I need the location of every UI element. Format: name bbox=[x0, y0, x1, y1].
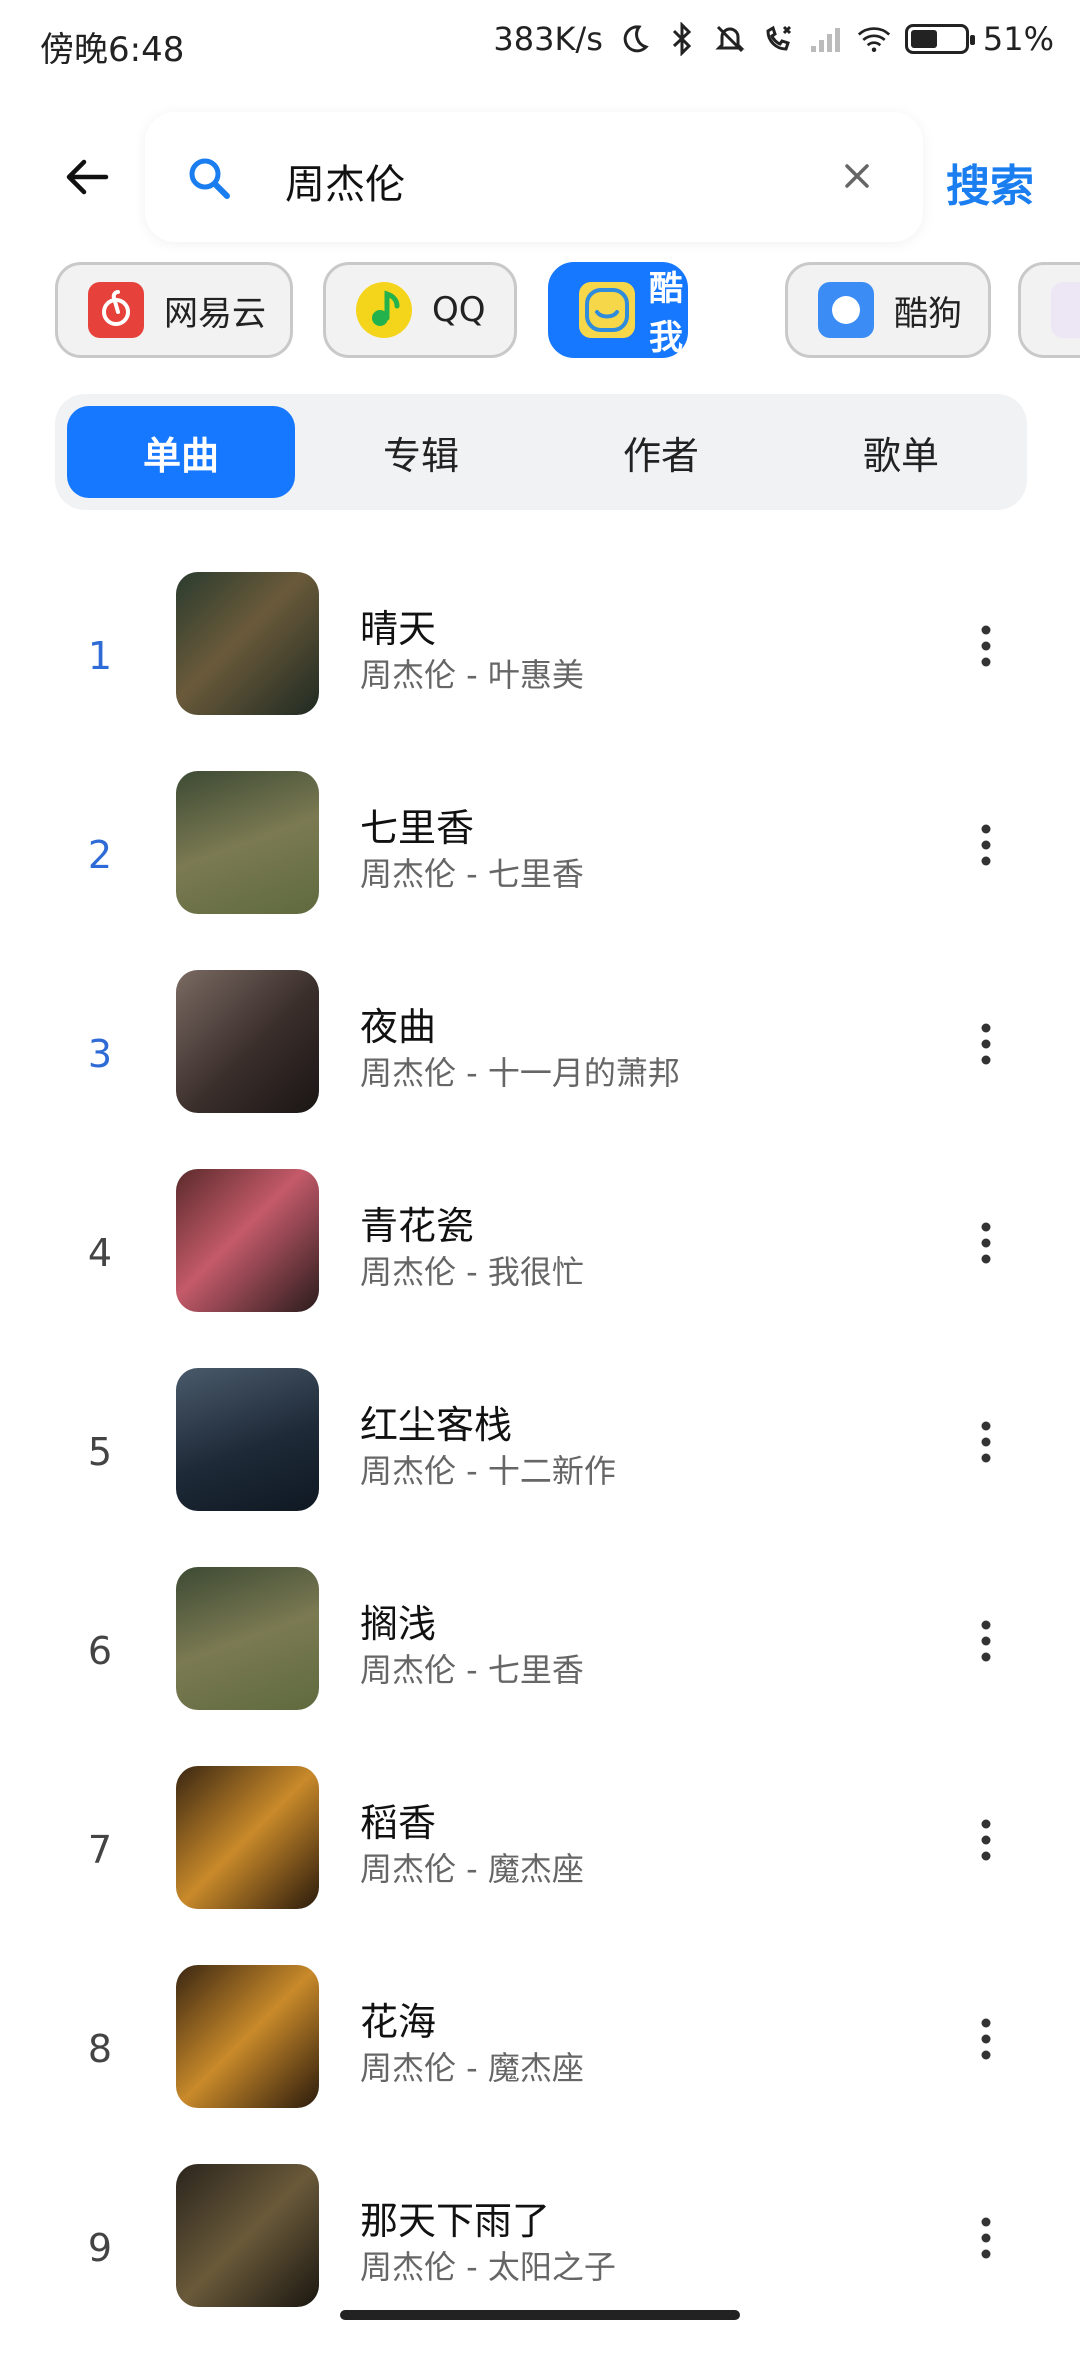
more-options-icon[interactable] bbox=[966, 1810, 1006, 1870]
song-subtitle: 周杰伦 - 十一月的萧邦 bbox=[360, 1054, 680, 1092]
bluetooth-icon bbox=[665, 22, 699, 56]
album-cover bbox=[176, 1169, 319, 1312]
search-button[interactable]: 搜索 bbox=[946, 150, 1034, 214]
song-rank: 3 bbox=[87, 1032, 113, 1076]
search-icon bbox=[185, 154, 233, 202]
song-title: 七里香 bbox=[360, 806, 475, 850]
source-chip-netease[interactable]: 网易云 bbox=[55, 262, 293, 358]
signal-icon bbox=[809, 22, 843, 56]
album-cover bbox=[176, 572, 319, 715]
search-input[interactable]: 周杰伦 bbox=[145, 112, 923, 242]
album-cover bbox=[176, 970, 319, 1113]
song-subtitle: 周杰伦 - 太阳之子 bbox=[360, 2248, 616, 2286]
song-rank: 9 bbox=[87, 2226, 113, 2270]
album-cover bbox=[176, 771, 319, 914]
category-tabs: 单曲 专辑 作者 歌单 bbox=[55, 394, 1027, 510]
song-row[interactable]: 6 搁浅 周杰伦 - 七里香 bbox=[0, 1567, 1080, 1766]
song-row[interactable]: 2 七里香 周杰伦 - 七里香 bbox=[0, 771, 1080, 970]
qq-music-logo-icon bbox=[356, 282, 412, 338]
song-title: 夜曲 bbox=[360, 1005, 437, 1049]
album-cover bbox=[176, 1368, 319, 1511]
album-cover bbox=[176, 2164, 319, 2307]
song-title: 晴天 bbox=[360, 607, 437, 651]
song-title: 青花瓷 bbox=[360, 1204, 475, 1248]
song-title: 搁浅 bbox=[360, 1602, 437, 1646]
song-rank: 1 bbox=[87, 634, 113, 678]
song-subtitle: 周杰伦 - 十二新作 bbox=[360, 1452, 616, 1490]
battery-percent: 51% bbox=[982, 20, 1054, 58]
song-title: 红尘客栈 bbox=[360, 1403, 513, 1447]
moon-icon bbox=[617, 22, 651, 56]
status-bar: 傍晚6:48 383K/s 51% bbox=[0, 0, 1080, 90]
song-row[interactable]: 7 稻香 周杰伦 - 魔杰座 bbox=[0, 1766, 1080, 1965]
song-rank: 6 bbox=[87, 1629, 113, 1673]
song-subtitle: 周杰伦 - 魔杰座 bbox=[360, 1850, 584, 1888]
bell-muted-icon bbox=[713, 22, 747, 56]
more-options-icon[interactable] bbox=[966, 1213, 1006, 1273]
album-cover bbox=[176, 1965, 319, 2108]
song-subtitle: 周杰伦 - 魔杰座 bbox=[360, 2049, 584, 2087]
more-options-icon[interactable] bbox=[966, 1611, 1006, 1671]
song-subtitle: 周杰伦 - 七里香 bbox=[360, 855, 584, 893]
song-rank: 7 bbox=[87, 1828, 113, 1872]
more-options-icon[interactable] bbox=[966, 815, 1006, 875]
clear-icon[interactable] bbox=[837, 156, 877, 196]
song-row[interactable]: 5 红尘客栈 周杰伦 - 十二新作 bbox=[0, 1368, 1080, 1567]
album-cover bbox=[176, 1766, 319, 1909]
tab-album[interactable]: 专辑 bbox=[307, 406, 535, 498]
song-row[interactable]: 3 夜曲 周杰伦 - 十一月的萧邦 bbox=[0, 970, 1080, 1169]
kuwo-logo-icon bbox=[579, 282, 635, 338]
song-row[interactable]: 8 花海 周杰伦 - 魔杰座 bbox=[0, 1965, 1080, 2164]
source-chip-more[interactable] bbox=[1018, 262, 1080, 358]
source-chip-label: 酷我 bbox=[649, 269, 683, 358]
tab-playlist[interactable]: 歌单 bbox=[787, 406, 1015, 498]
source-chip-qq[interactable]: QQ bbox=[323, 262, 517, 358]
more-source-logo-icon bbox=[1051, 282, 1080, 338]
song-row[interactable]: 1 晴天 周杰伦 - 叶惠美 bbox=[0, 572, 1080, 771]
song-title: 花海 bbox=[360, 2000, 437, 2044]
status-icons: 383K/s 51% bbox=[493, 20, 1054, 58]
song-rank: 8 bbox=[87, 2027, 113, 2071]
search-query-text: 周杰伦 bbox=[285, 162, 405, 208]
tab-artist[interactable]: 作者 bbox=[547, 406, 775, 498]
song-title: 那天下雨了 bbox=[360, 2199, 551, 2243]
song-subtitle: 周杰伦 - 叶惠美 bbox=[360, 656, 584, 694]
song-subtitle: 周杰伦 - 七里香 bbox=[360, 1651, 584, 1689]
source-chip-label: 酷狗 bbox=[894, 293, 962, 334]
source-chip-kugou[interactable]: 酷狗 bbox=[785, 262, 991, 358]
battery-icon bbox=[904, 24, 975, 54]
song-row[interactable]: 9 那天下雨了 周杰伦 - 太阳之子 bbox=[0, 2164, 1080, 2363]
album-cover bbox=[176, 1567, 319, 1710]
call-missed-icon bbox=[761, 22, 795, 56]
song-rank: 4 bbox=[87, 1231, 113, 1275]
wifi-icon bbox=[857, 22, 891, 56]
song-subtitle: 周杰伦 - 我很忙 bbox=[360, 1253, 584, 1291]
song-rank: 5 bbox=[87, 1430, 113, 1474]
status-time: 傍晚6:48 bbox=[40, 30, 185, 70]
song-title: 稻香 bbox=[360, 1801, 437, 1845]
back-arrow-icon[interactable] bbox=[62, 152, 112, 202]
source-chip-label: 网易云 bbox=[164, 293, 266, 334]
song-rank: 2 bbox=[87, 833, 113, 877]
song-row[interactable]: 4 青花瓷 周杰伦 - 我很忙 bbox=[0, 1169, 1080, 1368]
more-options-icon[interactable] bbox=[966, 1412, 1006, 1472]
more-options-icon[interactable] bbox=[966, 616, 1006, 676]
home-indicator[interactable] bbox=[340, 2310, 740, 2320]
netease-logo-icon bbox=[88, 282, 144, 338]
source-chip-kuwo[interactable]: 酷我 bbox=[548, 262, 688, 358]
more-options-icon[interactable] bbox=[966, 2208, 1006, 2268]
source-chip-label: QQ bbox=[432, 290, 486, 330]
network-speed: 383K/s bbox=[493, 20, 603, 58]
source-selector: 网易云 QQ 酷我 酷狗 bbox=[55, 262, 1080, 362]
tab-single[interactable]: 单曲 bbox=[67, 406, 295, 498]
more-options-icon[interactable] bbox=[966, 1014, 1006, 1074]
more-options-icon[interactable] bbox=[966, 2009, 1006, 2069]
kugou-logo-icon bbox=[818, 282, 874, 338]
